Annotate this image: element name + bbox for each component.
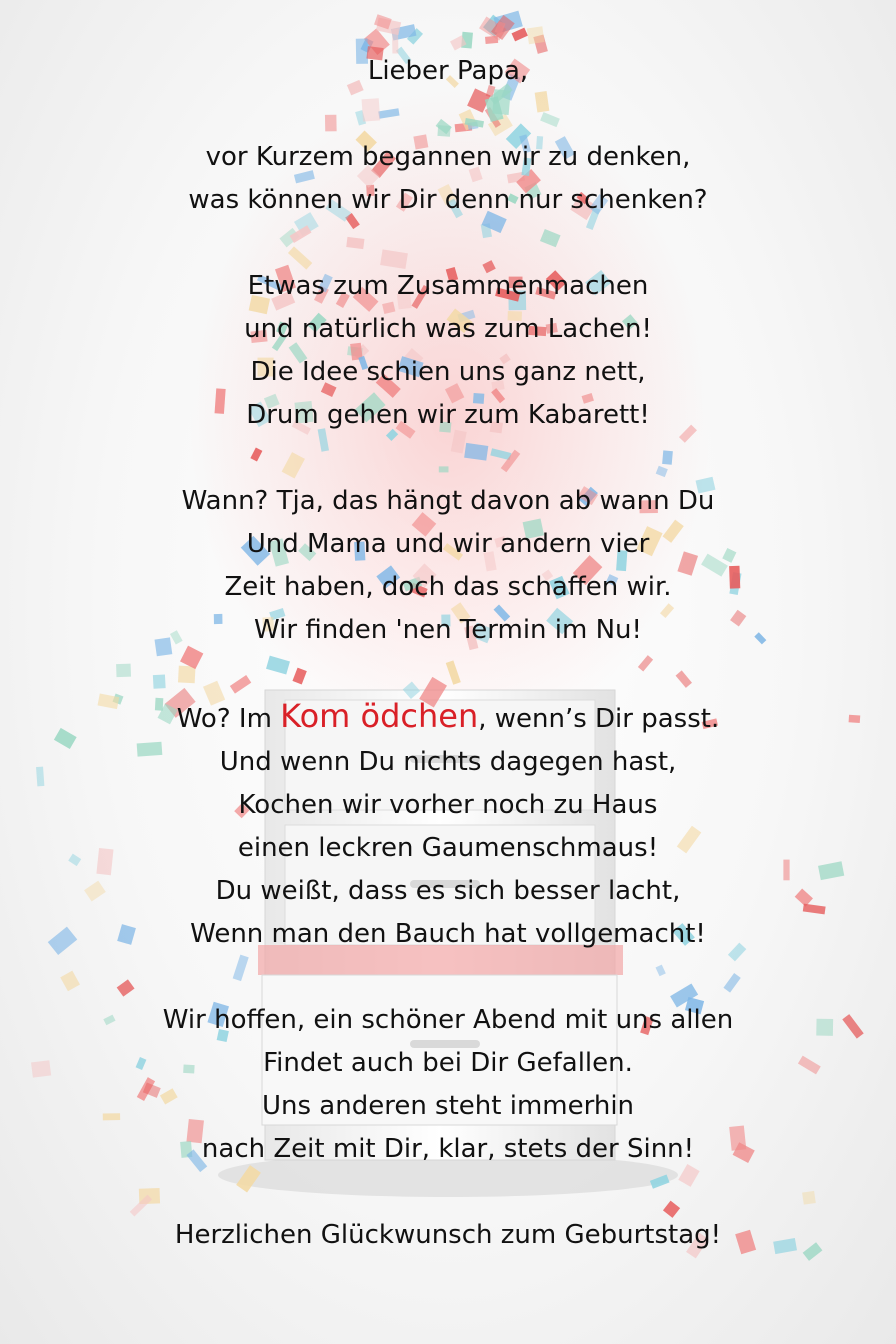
stanza3-line: Und Mama und wir andern vier <box>246 529 650 559</box>
stanza4-suffix: , wenn’s Dir passt. <box>478 704 720 734</box>
stanza3-line: Zeit haben, doch das schaffen wir. <box>224 572 672 602</box>
poem: Lieber Papa, vor Kurzem begannen wir zu … <box>0 50 896 1257</box>
stanza4-line: einen leckren Gaumenschmaus! <box>237 833 659 863</box>
stanza5-line: Uns anderen steht immerhin <box>261 1091 635 1121</box>
salutation: Lieber Papa, <box>367 56 529 86</box>
stanza5-line: nach Zeit mit Dir, klar, stets der Sinn! <box>201 1134 695 1164</box>
stanza1-line: vor Kurzem begannen wir zu denken, <box>205 142 691 172</box>
confetti-piece <box>485 35 499 45</box>
confetti-piece <box>526 26 545 45</box>
stanza3-line: Wir finden 'nen Termin im Nu! <box>254 615 642 645</box>
stanza1-line: was können wir Dir denn nur schenken? <box>188 185 708 215</box>
stanza4-line: Kochen wir vorher noch zu Haus <box>238 790 658 820</box>
stanza4-line: Und wenn Du nichts dagegen hast, <box>219 747 677 777</box>
stanza5-line: Wir hoffen, ein schöner Abend mit uns al… <box>162 1005 734 1035</box>
stanza4-line: Du weißt, dass es sich besser lacht, <box>215 876 681 906</box>
stanza3-line: Wann? Tja, das hängt davon ab wann Du <box>181 486 715 516</box>
confetti-piece <box>511 27 528 42</box>
stanza2-line: und natürlich was zum Lachen! <box>244 314 652 344</box>
stanza4-line: Wenn man den Bauch hat vollgemacht! <box>190 919 706 949</box>
venue-name: Kom ödchen <box>280 697 479 735</box>
stanza4-prefix: Wo? Im <box>176 704 281 734</box>
stanza2-line: Drum gehen wir zum Kabarett! <box>246 400 650 430</box>
closing-greeting: Herzlichen Glückwunsch zum Geburtstag! <box>174 1220 722 1250</box>
stanza2-line: Etwas zum Zusammenmachen <box>247 271 649 301</box>
stanza4-first-line: Wo? Im Kom ödchen, wenn’s Dir passt. <box>0 695 896 741</box>
stanza2-line: Die Idee schien uns ganz nett, <box>250 357 646 387</box>
stanza5-line: Findet auch bei Dir Gefallen. <box>263 1048 633 1078</box>
